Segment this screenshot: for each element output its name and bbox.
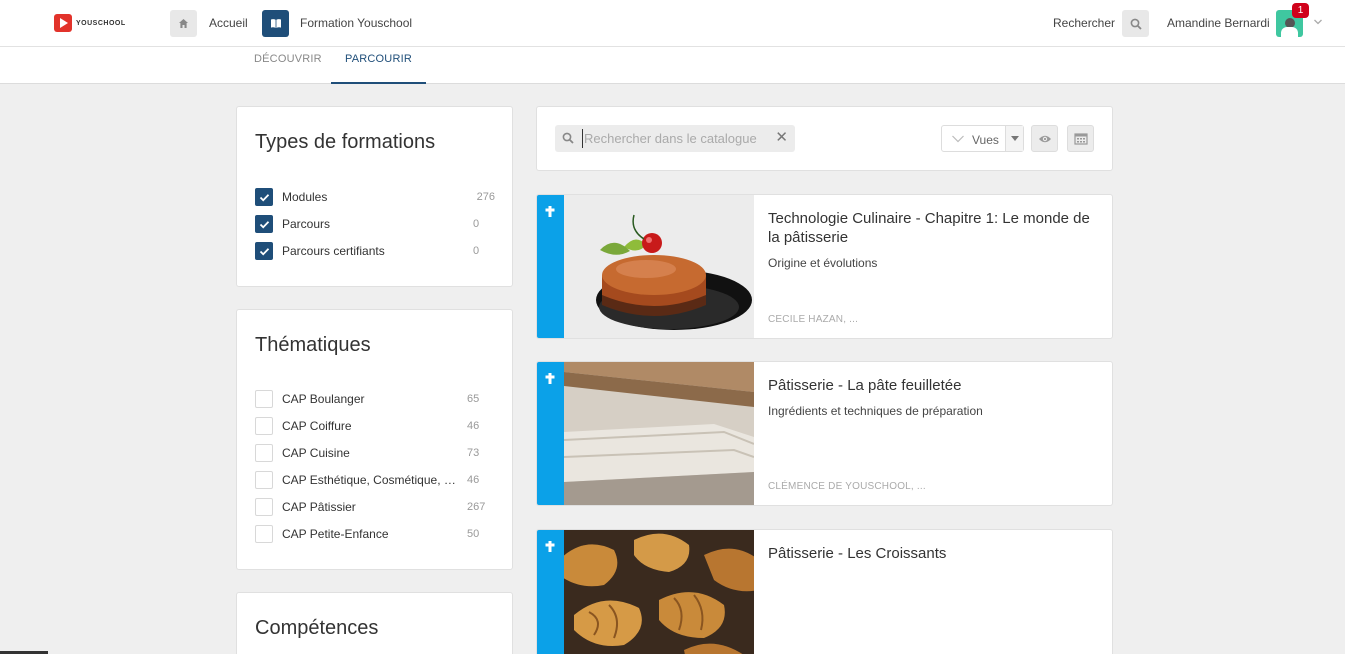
croissants-image: [564, 530, 754, 654]
youschool-logo[interactable]: YOUSCHOOL: [54, 14, 126, 32]
catalogue-search: ✕: [555, 125, 795, 152]
filter-count: 276: [476, 191, 495, 203]
course-card[interactable]: Pâtisserie - La pâte feuilletée Ingrédie…: [536, 361, 1113, 506]
filter-parcours[interactable]: Parcours 0: [255, 215, 495, 233]
course-thumbnail[interactable]: [564, 362, 754, 505]
views-label: Vues: [972, 133, 999, 147]
search-icon: [1130, 18, 1142, 30]
course-card[interactable]: Pâtisserie - Les Croissants: [536, 529, 1113, 654]
checkbox[interactable]: [255, 444, 273, 462]
logo-text: YOUSCHOOL: [76, 19, 126, 27]
book-icon: [270, 19, 281, 28]
tabs-bar: DÉCOUVRIR PARCOURIR: [0, 47, 1345, 84]
visibility-button[interactable]: [1031, 125, 1058, 152]
checkbox[interactable]: [255, 242, 273, 260]
filter-parcours-certifiants[interactable]: Parcours certifiants 0: [255, 242, 495, 260]
filter-cap-coiffure[interactable]: CAP Coiffure 46: [255, 417, 495, 435]
nav-home-link[interactable]: Accueil: [209, 16, 248, 30]
skills-panel: Compétences: [236, 592, 513, 654]
cake-image: [564, 195, 754, 338]
filter-label: Parcours certifiants: [282, 244, 385, 258]
training-button[interactable]: [262, 10, 289, 37]
filter-label: CAP Boulanger: [282, 392, 365, 406]
puzzle-icon: [545, 541, 555, 552]
filter-label: CAP Coiffure: [282, 419, 352, 433]
catalogue-search-input[interactable]: [582, 129, 772, 148]
filter-label: Parcours: [282, 217, 331, 231]
top-bar: YOUSCHOOL Accueil Formation Youschool Re…: [0, 0, 1345, 47]
filter-cap-esthetique[interactable]: CAP Esthétique, Cosmétique, Parfumerie 4…: [255, 471, 495, 489]
catalogue-toolbar: ✕ Vues: [536, 106, 1113, 171]
filter-count: 0: [473, 245, 480, 257]
filter-cap-cuisine[interactable]: CAP Cuisine 73: [255, 444, 495, 462]
training-types-panel: Types de formations Modules 276 Parcours…: [236, 106, 513, 287]
close-icon[interactable]: ✕: [775, 130, 788, 146]
checkbox[interactable]: [255, 498, 273, 516]
views-dropdown[interactable]: Vues: [941, 125, 1024, 152]
course-thumbnail[interactable]: [564, 195, 754, 338]
checkbox[interactable]: [255, 390, 273, 408]
course-author: CLÉMENCE DE YOUSCHOOL, ...: [768, 481, 926, 492]
checkbox[interactable]: [255, 188, 273, 206]
course-title[interactable]: Technologie Culinaire - Chapitre 1: Le m…: [768, 209, 1098, 247]
check-icon: [259, 247, 269, 255]
dropdown-arrow-icon[interactable]: [1005, 126, 1023, 151]
course-subtitle: Ingrédients et techniques de préparation: [768, 404, 983, 418]
nav-training-link[interactable]: Formation Youschool: [300, 16, 412, 30]
course-title[interactable]: Pâtisserie - Les Croissants: [768, 544, 1098, 563]
filter-count: 46: [467, 474, 480, 486]
home-button[interactable]: [170, 10, 197, 37]
filter-cap-patissier[interactable]: CAP Pâtissier 267: [255, 498, 495, 516]
course-subtitle: Origine et évolutions: [768, 256, 878, 270]
puff-pastry-image: [564, 362, 754, 505]
filter-label: CAP Cuisine: [282, 446, 350, 460]
panel-title: Compétences: [255, 617, 379, 639]
course-type-stripe: [537, 530, 564, 654]
search-label[interactable]: Rechercher: [1053, 16, 1115, 30]
check-icon: [259, 193, 269, 201]
course-type-stripe: [537, 195, 564, 338]
puzzle-icon: [545, 206, 555, 217]
puzzle-icon: [545, 373, 555, 384]
course-type-stripe: [537, 362, 564, 505]
filter-label: CAP Petite-Enfance: [282, 527, 389, 541]
filter-label: CAP Pâtissier: [282, 500, 356, 514]
checkbox[interactable]: [255, 215, 273, 233]
course-card[interactable]: Technologie Culinaire - Chapitre 1: Le m…: [536, 194, 1113, 339]
filter-count: 46: [467, 420, 480, 432]
calendar-icon: [1073, 133, 1088, 145]
user-name[interactable]: Amandine Bernardi: [1167, 16, 1270, 30]
filter-label: CAP Esthétique, Cosmétique, Parfumerie: [282, 473, 457, 487]
search-button[interactable]: [1122, 10, 1149, 37]
filter-count: 65: [467, 393, 480, 405]
filter-count: 50: [467, 528, 480, 540]
course-thumbnail[interactable]: [564, 530, 754, 654]
checkbox[interactable]: [255, 471, 273, 489]
checkbox[interactable]: [255, 525, 273, 543]
checkbox[interactable]: [255, 417, 273, 435]
home-icon: [179, 19, 188, 28]
filter-count: 73: [467, 447, 480, 459]
course-author: CECILE HAZAN, ...: [768, 314, 859, 325]
eye-icon: [1038, 135, 1051, 142]
logo-icon: [54, 14, 72, 32]
panel-title: Thématiques: [255, 334, 371, 356]
panel-title: Types de formations: [255, 131, 436, 153]
filter-label: Modules: [282, 190, 328, 204]
filter-count: 0: [473, 218, 480, 230]
notification-badge[interactable]: 1: [1292, 3, 1309, 18]
search-icon: [562, 132, 574, 144]
calendar-button[interactable]: [1067, 125, 1094, 152]
check-icon: [259, 220, 269, 228]
tab-decouvrir[interactable]: DÉCOUVRIR: [254, 53, 322, 84]
chevron-down-icon: [952, 135, 964, 143]
themes-panel: Thématiques CAP Boulanger 65 CAP Coiffur…: [236, 309, 513, 570]
filter-cap-boulanger[interactable]: CAP Boulanger 65: [255, 390, 495, 408]
filter-count: 267: [467, 501, 486, 513]
tab-parcourir[interactable]: PARCOURIR: [331, 53, 426, 84]
filter-modules[interactable]: Modules 276: [255, 188, 495, 206]
filter-cap-petite-enfance[interactable]: CAP Petite-Enfance 50: [255, 525, 495, 543]
chevron-down-icon[interactable]: [1313, 15, 1323, 29]
course-title[interactable]: Pâtisserie - La pâte feuilletée: [768, 376, 1098, 395]
